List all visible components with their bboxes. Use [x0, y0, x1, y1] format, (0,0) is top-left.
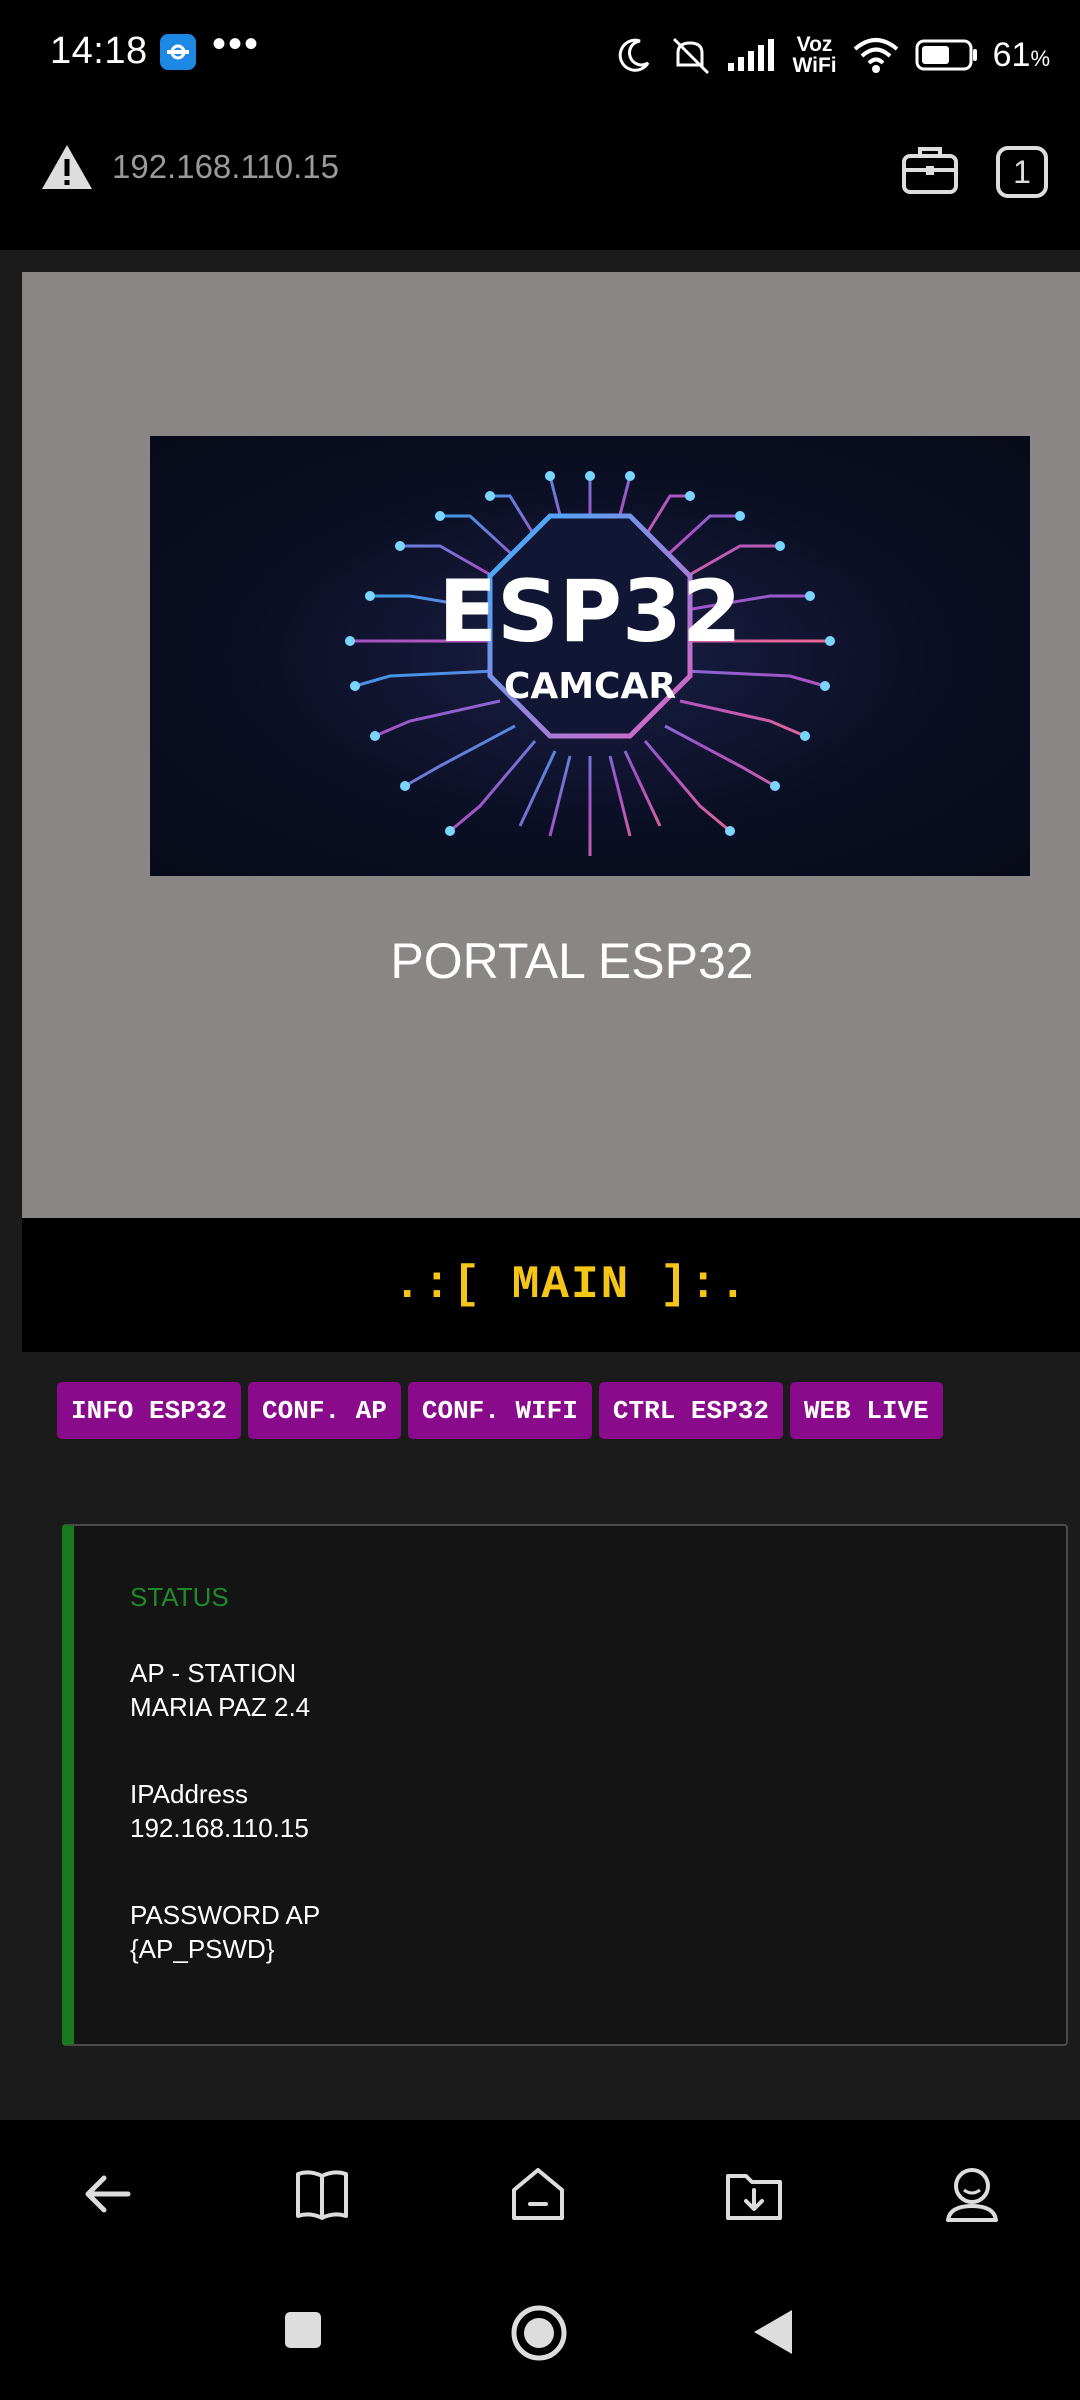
tab-switcher-button[interactable]: 1 — [996, 146, 1048, 198]
nav-buttons: INFO ESP32 CONF. AP CONF. WIFI CTRL ESP3… — [57, 1382, 943, 1439]
back-arrow-icon[interactable] — [78, 2164, 138, 2224]
recents-square-icon[interactable] — [283, 2310, 323, 2350]
conf-ap-button[interactable]: CONF. AP — [248, 1382, 401, 1439]
ip-address-info: IPAddress 192.168.110.15 — [130, 1777, 309, 1845]
mute-icon — [673, 37, 710, 75]
web-live-button[interactable]: WEB LIVE — [789, 1382, 943, 1439]
volte-indicator: Voz WiFi — [792, 33, 837, 77]
home-circle-icon[interactable] — [510, 2304, 568, 2362]
main-header: .:[ MAIN ]:. — [22, 1218, 1080, 1352]
back-triangle-icon[interactable] — [752, 2308, 794, 2356]
password-ap-label: PASSWORD AP — [130, 1900, 321, 1930]
ap-station-value: MARIA PAZ 2.4 — [130, 1692, 311, 1722]
ctrl-esp32-button[interactable]: CTRL ESP32 — [598, 1382, 783, 1439]
signal-icon — [728, 39, 775, 71]
ip-address-value: 192.168.110.15 — [130, 1813, 309, 1843]
ip-address-label: IPAddress — [130, 1779, 249, 1809]
battery-icon — [915, 39, 977, 71]
status-title: STATUS — [130, 1582, 229, 1612]
logo-text-camcar: CAMCAR — [504, 666, 676, 707]
not-secure-warning-icon[interactable] — [40, 142, 94, 197]
bookmarks-book-icon[interactable] — [292, 2164, 352, 2224]
home-icon[interactable] — [508, 2164, 568, 2224]
status-icons: Voz WiFi 61% — [614, 30, 1050, 80]
main-header-text: .:[ MAIN ]:. — [393, 1259, 749, 1311]
wifi-icon — [853, 38, 898, 73]
app-notification-icon — [160, 34, 196, 70]
info-esp32-button[interactable]: INFO ESP32 — [57, 1382, 242, 1439]
downloads-folder-icon[interactable] — [724, 2164, 784, 2224]
hero-section: ESP32 CAMCAR PORTAL ESP32 — [22, 272, 1080, 1218]
status-panel: STATUS AP - STATION MARIA PAZ 2.4 IPAddr… — [62, 1524, 1068, 2046]
status-bar: 14:18 ••• Voz WiFi 61% — [0, 0, 1080, 110]
conf-wifi-button[interactable]: CONF. WIFI — [407, 1382, 592, 1439]
page-title: PORTAL ESP32 — [390, 933, 754, 989]
ap-station-label: AP - STATION — [130, 1658, 297, 1688]
esp32-camcar-banner: ESP32 CAMCAR — [150, 436, 1030, 876]
password-ap-value: {AP_PSWD} — [130, 1934, 275, 1964]
more-notifications-icon: ••• — [212, 22, 261, 66]
logo-text-esp32: ESP32 — [438, 562, 741, 662]
toolbox-icon[interactable] — [900, 142, 960, 203]
ap-station-info: AP - STATION MARIA PAZ 2.4 — [130, 1656, 310, 1724]
browser-address-bar: 192.168.110.15 1 — [0, 110, 1080, 250]
clock: 14:18 — [50, 30, 148, 72]
web-page: ESP32 CAMCAR PORTAL ESP32 .:[ MAIN ]:. I… — [0, 250, 1080, 2120]
moon-icon — [619, 38, 650, 72]
profile-icon[interactable] — [942, 2164, 1002, 2224]
password-ap-info: PASSWORD AP {AP_PSWD} — [130, 1898, 320, 1966]
browser-bottom-toolbar — [0, 2120, 1080, 2266]
system-navigation-bar — [0, 2266, 1080, 2400]
url-field[interactable]: 192.168.110.15 — [112, 148, 339, 186]
battery-percent: 61% — [992, 35, 1050, 74]
